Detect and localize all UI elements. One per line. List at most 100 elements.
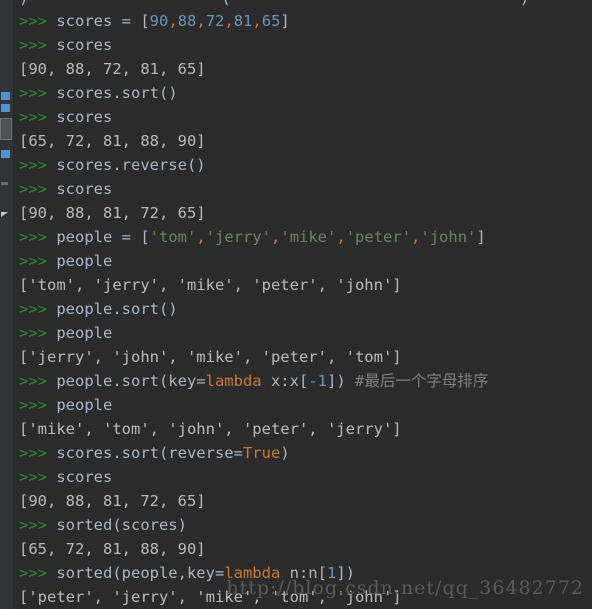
string-literal: 'peter' bbox=[345, 228, 412, 246]
prompt-symbol: >>> bbox=[19, 372, 57, 390]
code-token: , bbox=[196, 228, 206, 246]
string-literal: 'tom' bbox=[149, 228, 197, 246]
python-console[interactable]: ) ( ) [ >>> scores = [90,88,72,81,65]>>>… bbox=[0, 0, 592, 609]
code-token: people.sort() bbox=[56, 300, 178, 318]
breakpoint-marker[interactable] bbox=[1, 104, 10, 112]
prompt-symbol: >>> bbox=[19, 444, 57, 462]
input-line[interactable]: >>> sorted(scores) bbox=[13, 513, 592, 537]
code-token: , bbox=[411, 228, 421, 246]
output-text: ['tom', 'jerry', 'mike', 'peter', 'john'… bbox=[19, 276, 402, 294]
code-token: people.sort(key= bbox=[56, 372, 206, 390]
prompt-symbol: >>> bbox=[19, 156, 57, 174]
output-text: ['jerry', 'john', 'mike', 'peter', 'tom'… bbox=[19, 348, 402, 366]
keyword-token: lambda bbox=[205, 372, 262, 390]
code-token: x:x[ bbox=[261, 372, 309, 390]
output-text: [65, 72, 81, 88, 90] bbox=[19, 540, 206, 558]
code-token: scores.sort() bbox=[56, 84, 178, 102]
input-line[interactable]: >>> scores.reverse() bbox=[13, 153, 592, 177]
input-line[interactable]: >>> people = ['tom','jerry','mike','pete… bbox=[13, 225, 592, 249]
selected-line-marker[interactable] bbox=[0, 118, 12, 140]
number-literal: 88 bbox=[177, 12, 197, 30]
output-line: [90, 88, 81, 72, 65] bbox=[13, 489, 592, 513]
prompt-symbol: >>> bbox=[19, 228, 57, 246]
code-token: , bbox=[196, 12, 206, 30]
code-token: scores bbox=[56, 108, 113, 126]
prompt-symbol: >>> bbox=[19, 252, 57, 270]
input-line[interactable]: >>> scores bbox=[13, 105, 592, 129]
code-token: [ bbox=[140, 228, 150, 246]
string-literal: 'john' bbox=[420, 228, 477, 246]
breakpoint-marker[interactable] bbox=[1, 92, 10, 100]
output-text: ['mike', 'tom', 'john', 'peter', 'jerry'… bbox=[19, 420, 402, 438]
keyword-token: True bbox=[242, 444, 281, 462]
code-token: , bbox=[336, 228, 346, 246]
input-line[interactable]: >>> scores bbox=[13, 177, 592, 201]
code-token: ) bbox=[280, 444, 290, 462]
output-text: [65, 72, 81, 88, 90] bbox=[19, 132, 206, 150]
string-literal: 'mike' bbox=[280, 228, 337, 246]
prompt-symbol: >>> bbox=[19, 516, 57, 534]
code-token: scores.sort(reverse= bbox=[56, 444, 243, 462]
output-line: [90, 88, 81, 72, 65] bbox=[13, 201, 592, 225]
code-token: sorted(scores) bbox=[56, 516, 187, 534]
clipped-line-region: ) ( ) [ bbox=[13, 0, 592, 9]
code-token: ]) bbox=[326, 372, 355, 390]
clipped-previous-line: ) ( ) [ bbox=[19, 0, 592, 9]
code-token: ] bbox=[280, 12, 290, 30]
code-token: sorted(people,key= bbox=[56, 564, 225, 582]
code-token: people bbox=[56, 324, 113, 342]
input-line[interactable]: >>> scores bbox=[13, 465, 592, 489]
input-line[interactable]: >>> scores.sort() bbox=[13, 81, 592, 105]
code-token: people bbox=[56, 396, 113, 414]
prompt-symbol: >>> bbox=[19, 396, 57, 414]
code-token: , bbox=[271, 228, 281, 246]
input-line[interactable]: >>> people bbox=[13, 393, 592, 417]
prompt-symbol: >>> bbox=[19, 108, 57, 126]
fold-arrow-marker[interactable] bbox=[1, 212, 8, 217]
code-token: , bbox=[168, 12, 178, 30]
number-literal: -1 bbox=[308, 372, 327, 390]
output-line: [65, 72, 81, 88, 90] bbox=[13, 537, 592, 561]
prompt-symbol: >>> bbox=[19, 180, 57, 198]
prompt-symbol: >>> bbox=[19, 324, 57, 342]
console-gutter[interactable] bbox=[0, 0, 14, 609]
input-line[interactable]: >>> people bbox=[13, 249, 592, 273]
number-literal: 81 bbox=[233, 12, 253, 30]
prompt-symbol: >>> bbox=[19, 300, 57, 318]
output-text: [90, 88, 72, 81, 65] bbox=[19, 60, 206, 78]
console-output-area[interactable]: >>> scores = [90,88,72,81,65] >>> scores[… bbox=[13, 9, 592, 609]
number-literal: 90 bbox=[149, 12, 169, 30]
prompt-symbol: >>> bbox=[19, 36, 57, 54]
output-line: ['jerry', 'john', 'mike', 'peter', 'tom'… bbox=[13, 345, 592, 369]
output-line: [90, 88, 72, 81, 65] bbox=[13, 57, 592, 81]
code-token: scores bbox=[56, 180, 113, 198]
input-line[interactable]: >>> people bbox=[13, 321, 592, 345]
watermark-url: http://blog.csdn.net/qq_36482772 bbox=[226, 577, 584, 599]
output-line: ['mike', 'tom', 'john', 'peter', 'jerry'… bbox=[13, 417, 592, 441]
prompt-symbol: >>> bbox=[19, 468, 57, 486]
code-token: people bbox=[56, 228, 122, 246]
code-token: ] bbox=[476, 228, 486, 246]
breakpoint-marker[interactable] bbox=[1, 150, 10, 158]
input-line[interactable]: >>> scores bbox=[13, 33, 592, 57]
code-token: , bbox=[252, 12, 262, 30]
code-token: , bbox=[224, 12, 234, 30]
output-line: ['tom', 'jerry', 'mike', 'peter', 'john'… bbox=[13, 273, 592, 297]
number-literal: 65 bbox=[261, 12, 281, 30]
input-line[interactable]: >>> scores = [90,88,72,81,65] bbox=[13, 9, 592, 33]
number-literal: 72 bbox=[205, 12, 225, 30]
code-token: people bbox=[56, 252, 113, 270]
code-token: = bbox=[121, 228, 141, 246]
output-text: [90, 88, 81, 72, 65] bbox=[19, 492, 206, 510]
prompt-symbol: >>> bbox=[19, 564, 57, 582]
code-token: = bbox=[121, 12, 141, 30]
divider-marker[interactable] bbox=[1, 182, 8, 185]
input-line[interactable]: >>> people.sort(key=lambda x:x[-1]) #最后一… bbox=[13, 369, 592, 393]
code-token: scores bbox=[56, 36, 113, 54]
input-line[interactable]: >>> people.sort() bbox=[13, 297, 592, 321]
code-token: scores.reverse() bbox=[56, 156, 206, 174]
prompt-symbol: >>> bbox=[19, 12, 57, 30]
output-text: [90, 88, 81, 72, 65] bbox=[19, 204, 206, 222]
string-literal: 'jerry' bbox=[205, 228, 272, 246]
input-line[interactable]: >>> scores.sort(reverse=True) bbox=[13, 441, 592, 465]
